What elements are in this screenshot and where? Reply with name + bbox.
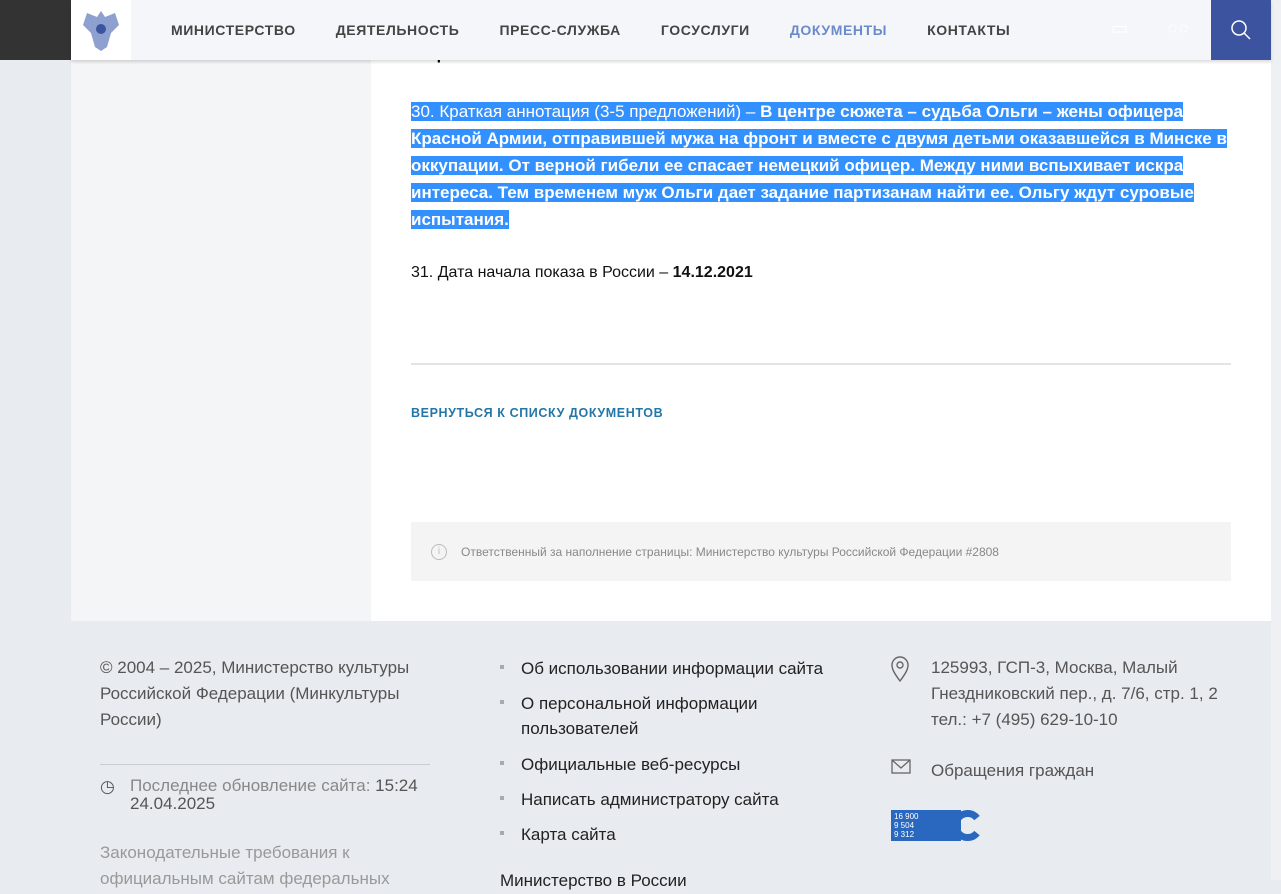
dark-sidebar bbox=[0, 0, 71, 60]
clock-icon: ◷ bbox=[100, 777, 115, 796]
footer-link-cut[interactable]: Министерство в России bbox=[500, 868, 687, 894]
visit-counter[interactable]: 16 900 9 504 9 312 bbox=[891, 810, 981, 841]
glasses-icon[interactable]: ○○ bbox=[1167, 18, 1189, 39]
side-column bbox=[71, 60, 371, 621]
back-to-documents-link[interactable]: Вернуться к списку документов bbox=[411, 406, 663, 420]
nav-services[interactable]: Госуслуги bbox=[661, 22, 750, 38]
counter-logo-icon bbox=[952, 810, 980, 841]
footer-divider bbox=[100, 764, 430, 765]
nav-contacts[interactable]: Контакты bbox=[927, 22, 1010, 38]
update-time: 15:24 bbox=[375, 776, 418, 795]
link-label: Вернуться к списку документов bbox=[411, 406, 664, 420]
address: 125993, ГСП-3, Москва, Малый Гнездниковс… bbox=[931, 658, 1218, 729]
mail-icon bbox=[891, 759, 911, 774]
emblem-logo[interactable] bbox=[71, 0, 131, 60]
item-label: 31. Дата начала показа в России – bbox=[411, 264, 673, 281]
laptop-icon[interactable]: ▭ bbox=[1111, 18, 1128, 39]
main-nav: Министерство Деятельность Пресс-служба Г… bbox=[171, 0, 1010, 60]
copyright: © 2004 – 2025, Министерство культуры Рос… bbox=[100, 658, 410, 729]
footer-link[interactable]: Карта сайта bbox=[500, 822, 616, 847]
update-date: 24.04.2025 bbox=[130, 794, 216, 813]
search-button[interactable] bbox=[1211, 0, 1271, 60]
nav-activity[interactable]: Деятельность bbox=[336, 22, 460, 38]
annotation-item: 30. Краткая аннотация (3-5 предложений) … bbox=[411, 98, 1231, 233]
item-label: 30. Краткая аннотация (3-5 предложений) … bbox=[411, 102, 761, 121]
footer-link[interactable]: Написать администратору сайта bbox=[500, 787, 779, 812]
item-value: В центре сюжета – судьба Ольги – жены оф… bbox=[411, 102, 1227, 229]
phone: тел.: +7 (495) 629-10-10 bbox=[931, 710, 1118, 729]
search-icon bbox=[1231, 20, 1251, 40]
nav-press[interactable]: Пресс-служба bbox=[499, 22, 620, 38]
responsible-text: Ответственный за наполнение страницы: Ми… bbox=[461, 544, 999, 559]
citizen-appeals-link[interactable]: Обращения граждан bbox=[931, 758, 1094, 784]
scroll-gutter bbox=[1271, 0, 1281, 880]
last-update: Последнее обновление сайта: 15:24 24.04.2… bbox=[130, 777, 430, 813]
update-label: Последнее обновление сайта: bbox=[130, 776, 376, 795]
divider bbox=[411, 363, 1231, 365]
nav-documents[interactable]: Документы bbox=[790, 22, 887, 38]
location-icon bbox=[891, 656, 909, 683]
nav-ministry[interactable]: Министерство bbox=[171, 22, 296, 38]
release-date-item: 31. Дата начала показа в России – 14.12.… bbox=[411, 264, 753, 282]
footer-link[interactable]: Официальные веб-ресурсы bbox=[500, 752, 740, 777]
footer-link[interactable]: О персональной информации пользователей bbox=[500, 691, 800, 741]
legal-link[interactable]: Законодательные требования к официальным… bbox=[100, 840, 400, 892]
footer-link[interactable]: Об использовании информации сайта bbox=[500, 656, 823, 681]
responsible-note: i Ответственный за наполнение страницы: М… bbox=[411, 522, 1231, 581]
item-value: 14.12.2021 bbox=[672, 264, 753, 281]
info-icon: i bbox=[431, 543, 447, 560]
site-header: Министерство Деятельность Пресс-служба Г… bbox=[71, 0, 1271, 60]
